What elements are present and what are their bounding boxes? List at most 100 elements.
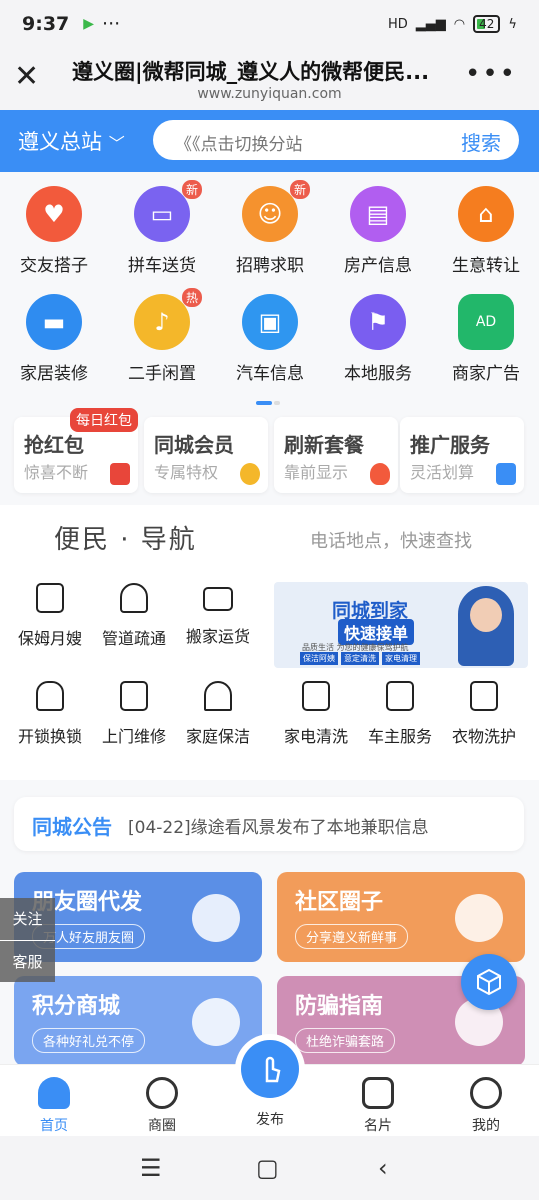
category-item[interactable]: ⚑ 本地服务 <box>328 294 428 384</box>
smile-icon <box>470 1077 502 1109</box>
convenience-nav: 便民 · 导航 电话地点，快速查找 保姆月嫂 管道疏通 搬家运货 开锁换锁 上门… <box>0 505 539 780</box>
phone-icon <box>36 583 64 613</box>
lock-icon <box>36 681 64 711</box>
city-bar: 遵义总站 ﹀ 《《点击切换分站 搜索 <box>0 110 539 172</box>
promo-sub: 灵活划算 <box>410 463 475 482</box>
nav-item[interactable]: 家庭保洁 <box>176 681 260 747</box>
tab-home[interactable]: 首页 <box>14 1077 94 1135</box>
category-label: 招聘求职 <box>236 256 304 276</box>
card-icon <box>362 1077 394 1109</box>
more-menu-icon[interactable]: ••• <box>465 61 517 87</box>
cube-float-button[interactable] <box>461 954 517 1010</box>
search-input[interactable]: 《《点击切换分站 <box>175 130 303 155</box>
location-flag-icon: ⚑ <box>350 294 406 350</box>
nav-item-label: 保姆月嫂 <box>17 629 82 648</box>
swirl-icon <box>455 894 503 942</box>
category-item[interactable]: ▣ 汽车信息 <box>220 294 320 384</box>
city-switcher[interactable]: 遵义总站 ﹀ <box>18 126 146 156</box>
system-nav-bar: ☰ ▢ ‹ <box>0 1136 539 1200</box>
back-icon[interactable]: ‹ <box>378 1154 388 1182</box>
category-item[interactable]: ▤ 房产信息 <box>328 186 428 276</box>
promo-title: 抢红包 <box>24 433 84 457</box>
flame-icon <box>370 463 390 485</box>
promo-sub: 惊喜不断 <box>24 463 89 482</box>
nav-item[interactable]: 保姆月嫂 <box>8 583 92 649</box>
card-points-mall[interactable]: 积分商城 各种好礼兑不停 <box>14 976 262 1066</box>
red-packet-icon <box>110 463 130 485</box>
battery-icon: 42 <box>473 15 501 33</box>
city-name: 遵义总站 <box>18 130 102 154</box>
category-item[interactable]: ☺ 新招聘求职 <box>220 180 320 276</box>
menu-icon[interactable]: ☰ <box>140 1154 162 1182</box>
play-icon: ▶ <box>83 16 95 32</box>
ad-face-image <box>470 598 502 632</box>
card-sub: 分享遵义新鲜事 <box>295 924 409 949</box>
person-tie-icon: ☺ 新 <box>242 180 310 242</box>
nav-item-label: 车主服务 <box>367 727 432 746</box>
nav-item[interactable]: 上门维修 <box>92 681 176 747</box>
phone-icon <box>386 681 414 711</box>
nav-item-label: 衣物洗护 <box>451 727 516 746</box>
category-item[interactable]: ♪ 热二手闲置 <box>112 288 212 384</box>
tab-label: 我的 <box>472 1118 500 1134</box>
category-label: 拼车送货 <box>128 256 196 276</box>
category-label: 商家广告 <box>452 364 520 384</box>
more-notifications-icon: ··· <box>102 13 121 35</box>
nav-item[interactable]: 搬家运货 <box>176 583 260 647</box>
nav-item[interactable]: 家电清洗 <box>274 681 358 747</box>
house-clean-icon <box>204 681 232 711</box>
nav-item[interactable]: 衣物洗护 <box>442 681 526 747</box>
tab-label: 首页 <box>40 1118 68 1134</box>
home-service-ad[interactable]: 同城到家 快速接单 品质生活 为您的健康保驾护航 保洁阿姨 意定清洗 家电清理 <box>274 582 528 668</box>
home-square-icon[interactable]: ▢ <box>256 1154 279 1182</box>
follow-button[interactable]: 关注 <box>0 898 55 940</box>
phone-icon <box>302 681 330 711</box>
nav-item[interactable]: 车主服务 <box>358 681 442 747</box>
fridge-icon <box>120 681 148 711</box>
card-community[interactable]: 社区圈子分享遵义新鲜事 <box>277 872 525 962</box>
hand-icon <box>240 463 260 485</box>
page-url: www.zunyiquan.com <box>197 86 342 102</box>
nav-subtitle: 电话地点，快速查找 <box>310 531 472 552</box>
search-box[interactable]: 《《点击切换分站 搜索 <box>153 120 519 160</box>
category-item[interactable]: ▬ 家居装修 <box>4 294 104 384</box>
promo-sub: 专属特权 <box>154 463 219 482</box>
cube-icon <box>477 968 501 996</box>
tab-mine[interactable]: 我的 <box>446 1077 526 1135</box>
category-item[interactable]: ♥ 交友搭子 <box>4 186 104 276</box>
promo-title: 刷新套餐 <box>284 433 364 457</box>
promo-promotion[interactable]: 推广服务 灵活划算 <box>400 417 524 493</box>
search-button[interactable]: 搜索 <box>461 127 501 156</box>
tab-card[interactable]: 名片 <box>338 1077 418 1135</box>
nav-item[interactable]: 开锁换锁 <box>8 681 92 747</box>
building-icon: ▤ <box>350 186 406 242</box>
signal-icon: ▂▄▆ <box>415 16 446 32</box>
category-item[interactable]: AD 商家广告 <box>436 294 536 384</box>
publish-button[interactable] <box>241 1040 299 1098</box>
tab-publish[interactable]: 发布 <box>230 1109 310 1129</box>
city-notice[interactable]: 同城公告 [04-22]缘途看风景发布了本地兼职信息 <box>14 797 524 851</box>
promo-member[interactable]: 同城会员 专属特权 <box>144 417 268 493</box>
home-icon <box>38 1077 70 1109</box>
coins-icon <box>192 998 240 1046</box>
tab-label: 发布 <box>256 1112 284 1128</box>
heart-handshake-icon: ♥ <box>26 186 82 242</box>
wechat-icon <box>192 894 240 942</box>
browser-titlebar: ✕ 遵义圈|微帮同城_遵义人的微帮便民... www.zunyiquan.com… <box>0 48 539 110</box>
category-item[interactable]: ⌂ 生意转让 <box>436 186 536 276</box>
daily-red-packet-badge: 每日红包 <box>70 408 138 432</box>
tab-business[interactable]: 商圈 <box>122 1077 202 1135</box>
promo-refresh[interactable]: 刷新套餐 靠前显示 <box>274 417 398 493</box>
target-icon <box>146 1077 178 1109</box>
service-button[interactable]: 客服 <box>0 940 55 982</box>
ad-tag: 意定清洗 <box>341 652 379 665</box>
wifi-icon: ◠ <box>453 16 466 32</box>
charging-icon: ϟ <box>508 16 517 32</box>
tap-icon <box>265 1056 281 1083</box>
jeep-icon: ▣ <box>242 294 298 350</box>
nav-item[interactable]: 管道疏通 <box>92 583 176 649</box>
phone-icon <box>470 681 498 711</box>
card-title: 社区圈子 <box>295 890 384 915</box>
ad-tag: 保洁阿姨 <box>300 652 338 665</box>
category-item[interactable]: ▭ 新拼车送货 <box>112 180 212 276</box>
